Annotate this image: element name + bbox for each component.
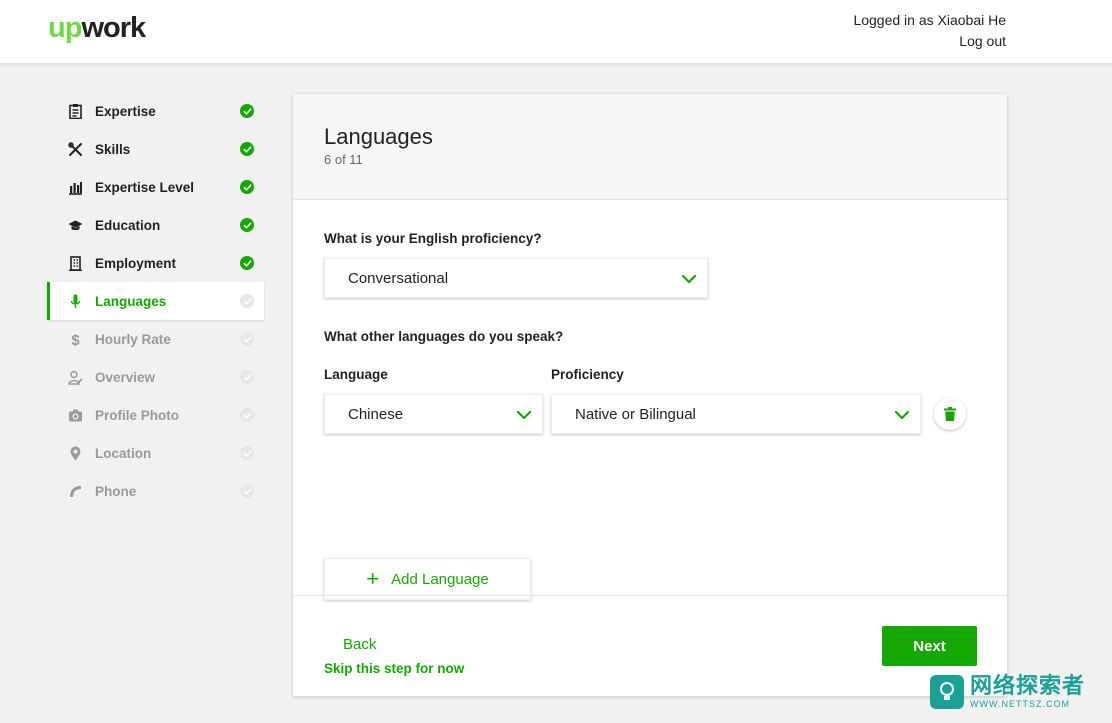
sidebar-item-overview[interactable]: Overview	[47, 358, 264, 396]
sidebar-item-expertise[interactable]: Expertise	[47, 92, 264, 130]
add-language-button[interactable]: + Add Language	[324, 558, 531, 600]
english-proficiency-label: What is your English proficiency?	[324, 231, 542, 246]
back-button[interactable]: Back	[343, 636, 376, 653]
logo-work-text: work	[81, 12, 146, 44]
chevron-down-icon	[894, 410, 910, 420]
language-select[interactable]: Chinese	[324, 394, 543, 434]
sidebar-item-employment[interactable]: Employment	[47, 244, 264, 282]
plus-icon: +	[366, 566, 380, 591]
sidebar-item-label: Location	[95, 445, 152, 461]
sidebar-item-label: Skills	[95, 141, 131, 157]
page-title: Languages	[324, 124, 433, 149]
english-proficiency-value: Conversational	[348, 269, 449, 287]
check-circle-icon	[240, 142, 254, 156]
lightbulb-icon	[930, 675, 964, 709]
step-counter: 6 of 11	[324, 152, 363, 167]
top-header: upwork Logged in as Xiaobai He Log out	[0, 0, 1112, 64]
add-language-label: Add Language	[391, 570, 489, 588]
map-pin-icon	[65, 446, 85, 461]
phone-icon	[65, 484, 85, 499]
pending-circle-icon	[240, 408, 254, 422]
watermark: 网络探索者 WWW.NETTSZ.COM	[930, 673, 1102, 711]
sidebar-item-label: Phone	[95, 483, 137, 499]
languages-card: Languages 6 of 11 What is your English p…	[293, 94, 1007, 696]
microphone-icon	[65, 294, 85, 309]
pending-circle-icon	[240, 294, 254, 308]
dollar-icon: $	[65, 332, 85, 347]
graduation-cap-icon	[65, 218, 85, 233]
language-column-label: Language	[324, 367, 388, 382]
card-header: Languages 6 of 11	[293, 94, 1007, 200]
logo-up-text: up	[48, 12, 82, 44]
sidebar-item-label: Overview	[95, 369, 156, 385]
check-circle-icon	[240, 180, 254, 194]
proficiency-column-label: Proficiency	[551, 367, 624, 382]
building-icon	[65, 255, 85, 271]
english-proficiency-select[interactable]: Conversational	[324, 258, 708, 298]
tools-icon	[65, 141, 85, 157]
profile-steps-sidebar: Expertise Skills Expertise Level Education E…	[47, 92, 264, 510]
sidebar-item-label: Education	[95, 217, 161, 233]
sidebar-item-label: Hourly Rate	[95, 331, 171, 347]
pending-circle-icon	[240, 370, 254, 384]
sidebar-item-languages[interactable]: Languages	[47, 282, 264, 320]
sidebar-item-skills[interactable]: Skills	[47, 130, 264, 168]
sidebar-item-label: Languages	[95, 293, 167, 309]
delete-language-button[interactable]	[934, 398, 966, 430]
sidebar-item-phone[interactable]: Phone	[47, 472, 264, 510]
sidebar-item-education[interactable]: Education	[47, 206, 264, 244]
watermark-cn-text: 网络探索者	[970, 674, 1086, 699]
sidebar-item-location[interactable]: Location	[47, 434, 264, 472]
check-circle-icon	[240, 256, 254, 270]
upwork-logo[interactable]: upwork	[48, 10, 146, 50]
chevron-down-icon	[516, 410, 532, 420]
card-footer: Back Next	[293, 595, 1007, 696]
logged-in-text: Logged in as Xiaobai He	[853, 12, 1006, 28]
sidebar-item-label: Expertise	[95, 103, 156, 119]
check-circle-icon	[240, 218, 254, 232]
language-value: Chinese	[348, 405, 404, 423]
camera-icon	[65, 408, 85, 423]
user-info: Logged in as Xiaobai He Log out	[853, 10, 1006, 52]
chevron-down-icon	[681, 274, 697, 284]
sidebar-item-expertise-level[interactable]: Expertise Level	[47, 168, 264, 206]
clipboard-icon	[65, 103, 85, 119]
language-proficiency-value: Native or Bilingual	[575, 405, 696, 423]
pending-circle-icon	[240, 446, 254, 460]
sidebar-item-label: Employment	[95, 255, 177, 271]
sidebar-item-label: Expertise Level	[95, 179, 195, 195]
logout-link[interactable]: Log out	[853, 31, 1006, 52]
sidebar-item-hourly-rate[interactable]: $ Hourly Rate	[47, 320, 264, 358]
pending-circle-icon	[240, 484, 254, 498]
other-languages-label: What other languages do you speak?	[324, 329, 564, 344]
trash-icon	[944, 407, 956, 421]
next-button[interactable]: Next	[882, 626, 977, 666]
check-circle-icon	[240, 104, 254, 118]
watermark-en-text: WWW.NETTSZ.COM	[970, 699, 1070, 709]
language-proficiency-select[interactable]: Native or Bilingual	[551, 394, 921, 434]
bar-chart-icon	[65, 180, 85, 195]
svg-text:$: $	[71, 332, 80, 347]
sidebar-item-profile-photo[interactable]: Profile Photo	[47, 396, 264, 434]
user-edit-icon	[65, 370, 85, 385]
sidebar-item-label: Profile Photo	[95, 407, 179, 423]
pending-circle-icon	[240, 332, 254, 346]
